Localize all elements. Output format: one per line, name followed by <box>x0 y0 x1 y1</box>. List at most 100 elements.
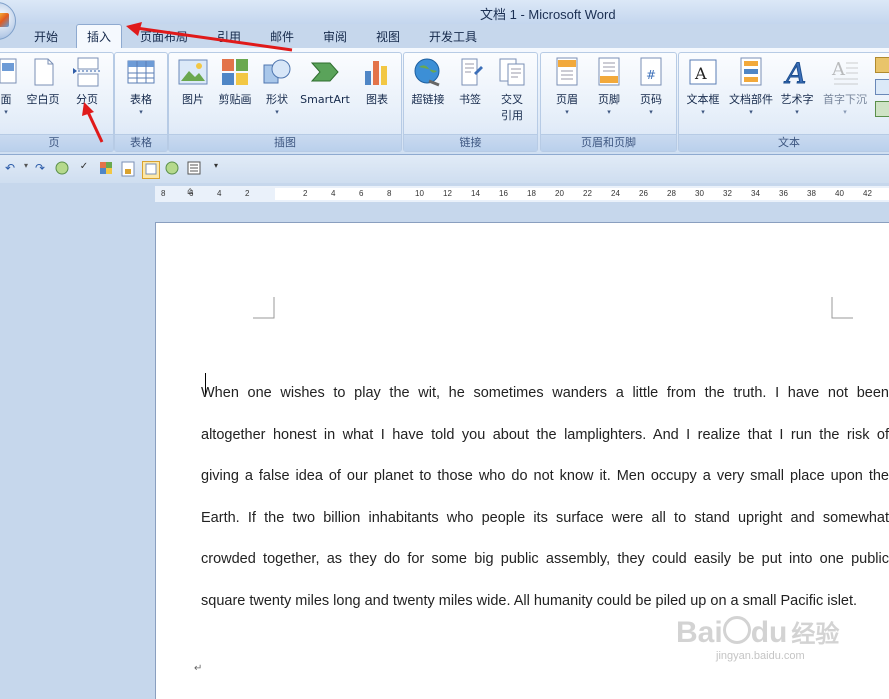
baidu-watermark: Bai du 经验 jingyan.baidu.com <box>676 616 840 662</box>
picture-icon <box>178 57 208 87</box>
ruler-number: 16 <box>499 189 508 198</box>
picture-button[interactable]: 图片 <box>173 57 213 108</box>
ruler-number: 8 <box>161 189 166 198</box>
ruler-number: 10 <box>415 189 424 198</box>
smartart-icon <box>310 57 340 87</box>
paragraph-line: crowded together, as they do for some bi… <box>201 551 889 568</box>
paw-icon <box>722 616 751 644</box>
paragraph-line: altogether honest in what I have told yo… <box>201 426 889 443</box>
horizontal-ruler[interactable]: ⌂ 8 6 4 2 2 4 6 8 10 12 14 16 18 20 22 24 26 28 30 32 34 36 38… <box>155 186 889 202</box>
group-label-links: 链接 <box>404 134 537 151</box>
spelling-icon[interactable]: ✓ <box>76 161 92 177</box>
group-tables: 表格 ▾ 表格 <box>114 52 168 152</box>
wordart-button[interactable]: A 艺术字 ▾ <box>777 57 817 117</box>
drop-cap-icon: A <box>830 57 860 87</box>
text-group-small-buttons <box>875 57 889 117</box>
smartart-button[interactable]: SmartArt <box>297 57 353 108</box>
quick-access-toolbar: ↶ ▾ ↷ ✓ ▾ <box>0 155 889 183</box>
tab-home[interactable]: 开始 <box>34 28 58 45</box>
date-time-icon[interactable] <box>875 79 889 95</box>
ruler-number: 34 <box>751 189 760 198</box>
document-lock-icon[interactable] <box>120 161 136 177</box>
page-number-icon: # <box>636 57 666 87</box>
header-button[interactable]: 页眉 ▾ <box>547 57 587 116</box>
ruler-number: 4 <box>331 189 336 198</box>
group-label-header-footer: 页眉和页脚 <box>541 134 676 151</box>
paragraph-line: giving a false idea of our planet to tho… <box>201 468 889 485</box>
group-links: 超链接 书签 交叉 引用 链接 <box>403 52 538 152</box>
table-button[interactable]: 表格 ▾ <box>121 57 161 116</box>
globe-icon <box>413 57 443 87</box>
ruler-number: 38 <box>807 189 816 198</box>
ruler-number: 4 <box>217 189 222 198</box>
group-label-tables: 表格 <box>115 134 167 151</box>
ruler-number: 24 <box>611 189 620 198</box>
page-number-button[interactable]: # 页码 ▾ <box>631 57 671 116</box>
annotation-arrow-tab <box>126 22 293 52</box>
clip-art-button[interactable]: 剪贴画 <box>215 57 255 108</box>
ruler-number: 12 <box>443 189 452 198</box>
shapes-icon <box>262 57 292 87</box>
text-box-button[interactable]: A 文本框 ▾ <box>681 57 725 116</box>
ruler-number: 2 <box>245 189 250 198</box>
ruler-number: 6 <box>189 189 194 198</box>
text-box-icon: A <box>688 57 718 87</box>
svg-text:A: A <box>831 59 846 80</box>
signature-line-icon[interactable] <box>875 57 889 73</box>
cover-page-icon <box>0 57 25 87</box>
ruler-number: 36 <box>779 189 788 198</box>
group-header-footer: 页眉 ▾ 页脚 ▾ # 页码 ▾ 页眉和页脚 <box>540 52 677 152</box>
annotation-arrow-page-break <box>82 102 104 143</box>
color-picker-icon[interactable] <box>98 161 114 177</box>
chart-icon <box>362 57 392 87</box>
object-icon[interactable] <box>875 101 889 117</box>
bookmark-icon <box>455 57 485 87</box>
group-illustrations: 图片 剪贴画 形状 ▾ SmartArt 图表 插图 <box>168 52 402 152</box>
tab-insert[interactable]: 插入 <box>76 24 123 49</box>
paragraph-mark: ↵ <box>194 663 203 674</box>
chart-button[interactable]: 图表 <box>357 57 397 108</box>
cross-reference-button[interactable]: 交叉 引用 <box>492 57 532 124</box>
margin-corner-top-right <box>831 297 853 319</box>
header-icon <box>552 57 582 87</box>
bookmark-button[interactable]: 书签 <box>452 57 488 108</box>
svg-text:A: A <box>783 57 806 87</box>
margin-corner-top-left <box>253 297 275 319</box>
circle-icon-2[interactable] <box>164 161 180 177</box>
drop-cap-button[interactable]: A 首字下沉 ▾ <box>819 57 871 116</box>
view-toggle-icon[interactable] <box>142 161 160 179</box>
ruler-number: 14 <box>471 189 480 198</box>
footer-icon <box>594 57 624 87</box>
quick-parts-button[interactable]: 文档部件 ▾ <box>725 57 777 116</box>
ruler-number: 28 <box>667 189 676 198</box>
footer-button[interactable]: 页脚 ▾ <box>589 57 629 116</box>
page-break-icon <box>72 57 102 87</box>
redo-icon[interactable]: ↷ <box>32 161 48 177</box>
cover-page-button[interactable]: 面 ▾ <box>0 57 17 116</box>
ruler-number: 18 <box>527 189 536 198</box>
svg-text:A: A <box>694 64 707 83</box>
tab-review[interactable]: 审阅 <box>323 28 347 45</box>
document-paragraph[interactable]: When one wishes to play the wit, he some… <box>201 373 889 623</box>
ruler-number: 8 <box>387 189 392 198</box>
ruler-number: 6 <box>359 189 364 198</box>
shapes-button[interactable]: 形状 ▾ <box>259 57 295 116</box>
blank-page-button[interactable]: 空白页 <box>23 57 63 108</box>
undo-icon[interactable]: ↶ <box>2 161 18 177</box>
cross-reference-icon <box>497 57 527 87</box>
blank-page-icon <box>28 57 58 87</box>
group-label-text: 文本 <box>679 134 889 151</box>
table-icon <box>126 57 156 87</box>
list-icon[interactable] <box>186 161 202 177</box>
quick-parts-icon <box>736 57 766 87</box>
ruler-number: 42 <box>863 189 872 198</box>
customize-toolbar-icon[interactable]: ▾ <box>208 161 224 177</box>
tab-view[interactable]: 视图 <box>376 28 400 45</box>
hyperlink-button[interactable]: 超链接 <box>406 57 450 108</box>
group-text: A 文本框 ▾ 文档部件 ▾ A 艺术字 ▾ A 首字下沉 ▾ 文本 <box>678 52 889 152</box>
paragraph-line: When one wishes to play the wit, he some… <box>201 385 889 401</box>
wordart-icon: A <box>782 57 812 91</box>
circle-icon[interactable] <box>54 161 70 177</box>
svg-text:#: # <box>646 68 656 82</box>
tab-developer[interactable]: 开发工具 <box>429 28 477 45</box>
